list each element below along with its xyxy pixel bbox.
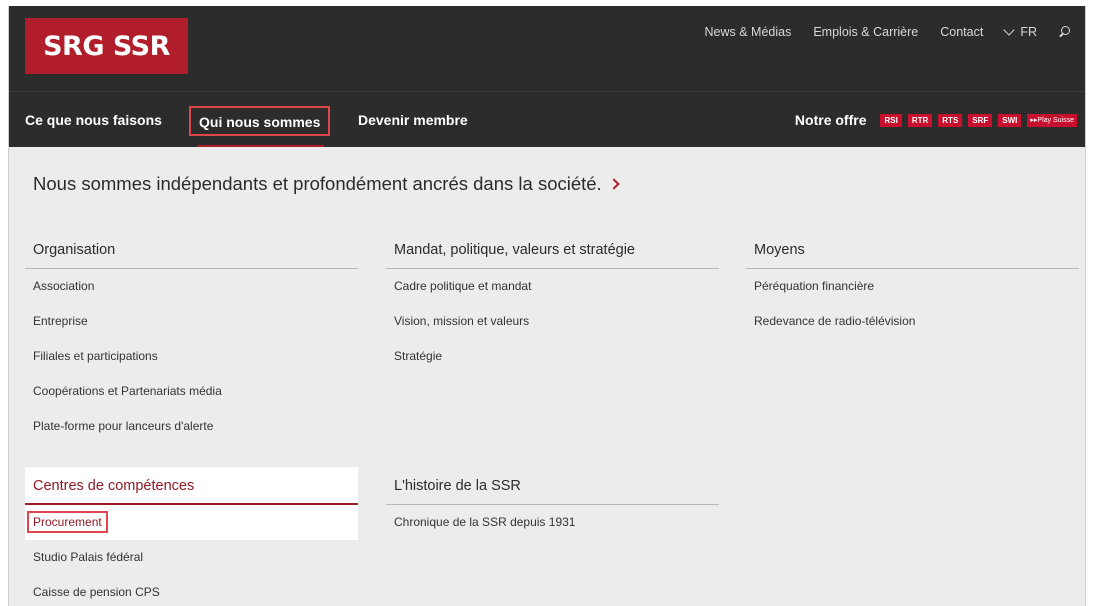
chevron-right-icon xyxy=(608,178,620,190)
menu-link-filiales[interactable]: Filiales et participations xyxy=(25,339,358,374)
unit-rtr[interactable]: RTR xyxy=(907,113,933,127)
column-centres-competences: Centres de compétences Procurement Studi… xyxy=(25,467,358,606)
menu-link-chronique[interactable]: Chronique de la SSR depuis 1931 xyxy=(386,505,719,540)
unit-play-suisse[interactable]: ▸▸Play Suisse xyxy=(1027,113,1077,127)
nav-devenir-membre[interactable]: Devenir membre xyxy=(358,106,468,136)
column-title: Organisation xyxy=(25,231,358,269)
nav-ce-que-nous-faisons[interactable]: Ce que nous faisons xyxy=(25,106,162,136)
menu-link-strategie[interactable]: Stratégie xyxy=(386,339,719,374)
contact-link[interactable]: Contact xyxy=(940,25,983,39)
menu-link-redevance[interactable]: Redevance de radio-télévision xyxy=(746,304,1079,339)
menu-headline-text: Nous sommes indépendants et profondément… xyxy=(33,173,602,194)
unit-srf[interactable]: SRF xyxy=(968,113,993,127)
search-icon[interactable] xyxy=(1059,26,1071,38)
menu-link-plate-forme[interactable]: Plate-forme pour lanceurs d'alerte xyxy=(25,409,358,444)
column-title-highlighted[interactable]: Centres de compétences xyxy=(25,467,358,505)
unit-rts[interactable]: RTS xyxy=(938,113,963,127)
menu-link-cadre-politique[interactable]: Cadre politique et mandat xyxy=(386,269,719,304)
column-title: L'histoire de la SSR xyxy=(386,467,719,505)
menu-link-studio-palais[interactable]: Studio Palais fédéral xyxy=(25,540,358,575)
menu-link-perequation[interactable]: Péréquation financière xyxy=(746,269,1079,304)
notre-offre: Notre offre RSI RTR RTS SRF SWI ▸▸Play S… xyxy=(795,112,1077,128)
column-moyens: Moyens Péréquation financière Redevance … xyxy=(746,231,1079,339)
mega-menu-panel: Nous sommes indépendants et profondément… xyxy=(9,147,1085,606)
column-title: Moyens xyxy=(746,231,1079,269)
page-frame: SRG SSR News & Médias Emplois & Carrière… xyxy=(8,6,1086,606)
notre-offre-label: Notre offre xyxy=(794,112,867,128)
menu-link-procurement[interactable]: Procurement xyxy=(25,505,358,540)
column-histoire: L'histoire de la SSR Chronique de la SSR… xyxy=(386,467,719,540)
procurement-label: Procurement xyxy=(27,511,108,533)
news-medias-link[interactable]: News & Médias xyxy=(705,25,792,39)
menu-link-cooperations[interactable]: Coopérations et Partenariats média xyxy=(25,374,358,409)
language-label: FR xyxy=(1020,25,1037,39)
menu-headline[interactable]: Nous sommes indépendants et profondément… xyxy=(33,173,620,195)
unit-rsi[interactable]: RSI xyxy=(880,113,902,127)
column-organisation: Organisation Association Entreprise Fili… xyxy=(25,231,358,444)
column-mandat: Mandat, politique, valeurs et stratégie … xyxy=(386,231,719,374)
srg-ssr-logo[interactable]: SRG SSR xyxy=(25,18,188,74)
top-bar: SRG SSR News & Médias Emplois & Carrière… xyxy=(9,6,1085,91)
column-title: Mandat, politique, valeurs et stratégie xyxy=(386,231,719,269)
menu-link-caisse-pension[interactable]: Caisse de pension CPS xyxy=(25,575,358,606)
emplois-carriere-link[interactable]: Emplois & Carrière xyxy=(813,25,918,39)
language-selector[interactable]: FR xyxy=(1003,23,1037,39)
unit-swi[interactable]: SWI xyxy=(998,113,1022,127)
utility-links: News & Médias Emplois & Carrière Contact… xyxy=(683,23,1072,39)
menu-link-vision[interactable]: Vision, mission et valeurs xyxy=(386,304,719,339)
menu-link-association[interactable]: Association xyxy=(25,269,358,304)
main-nav: Ce que nous faisons Qui nous sommes Deve… xyxy=(9,91,1085,148)
menu-link-entreprise[interactable]: Entreprise xyxy=(25,304,358,339)
chevron-down-icon xyxy=(1003,23,1015,36)
nav-qui-nous-sommes[interactable]: Qui nous sommes xyxy=(189,106,331,136)
